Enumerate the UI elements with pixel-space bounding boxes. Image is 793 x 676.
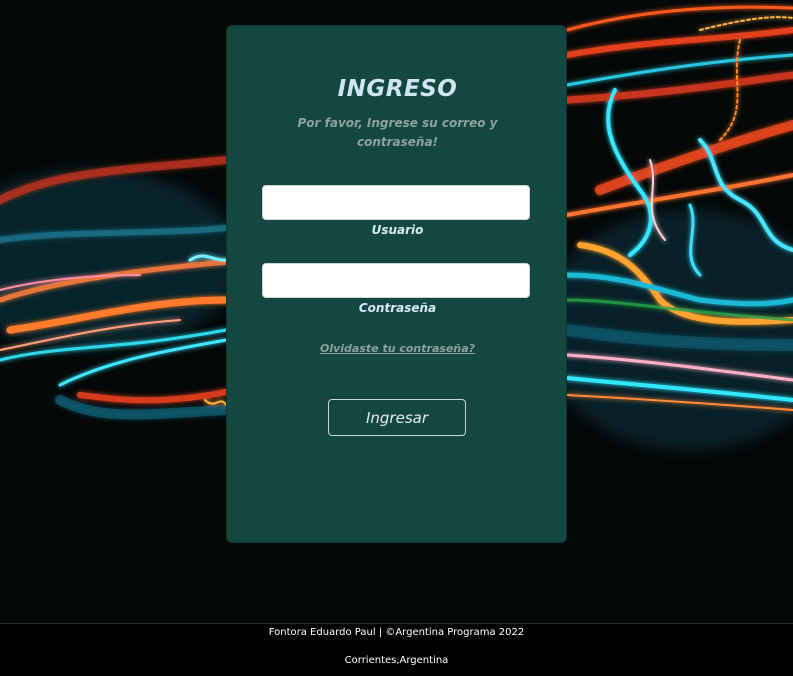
username-input[interactable] [262,185,530,220]
password-label: Contraseña [358,301,437,315]
footer-location: Corrientes,Argentina [344,655,449,666]
login-submit-button[interactable]: Ingresar [328,399,466,436]
forgot-password-link[interactable]: Olvidaste tu contraseña? [227,342,568,355]
login-title: INGRESO [337,76,458,102]
login-card: INGRESO Por favor, Ingrese su correo y c… [226,25,567,543]
password-input[interactable] [262,263,530,298]
page-footer: Fontora Eduardo Paul | ©Argentina Progra… [0,623,793,676]
login-subtitle: Por favor, Ingrese su correo y contraseñ… [297,116,498,149]
footer-credits: Fontora Eduardo Paul | ©Argentina Progra… [268,627,525,638]
username-label: Usuario [371,223,424,237]
